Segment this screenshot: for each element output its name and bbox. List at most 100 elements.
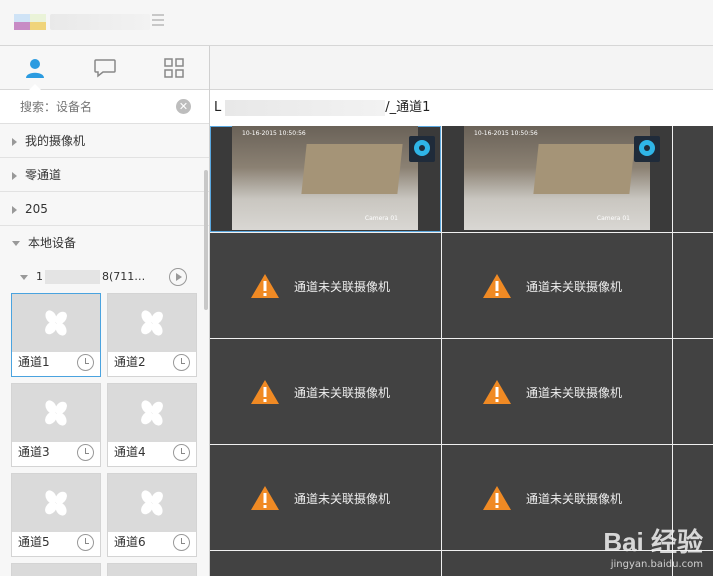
video-cell-5[interactable]: 通道未关联摄像机 <box>442 233 672 338</box>
feed-box <box>301 144 403 194</box>
warning-icon <box>483 380 511 404</box>
expand-arrow-icon <box>12 137 17 146</box>
expand-arrow-icon <box>12 171 17 180</box>
no-camera-text: 通道未关联摄像机 <box>526 280 623 294</box>
playback-clock-icon[interactable] <box>173 354 190 371</box>
channel-card-3[interactable]: 通道3 <box>11 383 101 467</box>
feed-timestamp: 10-16-2015 10:50:56 <box>242 130 306 137</box>
menu-icon[interactable] <box>152 14 164 26</box>
tab-devices[interactable] <box>0 46 70 90</box>
channel-card-6[interactable]: 通道6 <box>107 473 197 557</box>
feed-timestamp: 10-16-2015 10:50:56 <box>474 130 538 137</box>
title-bar <box>0 0 713 46</box>
watermark-url: jingyan.baidu.com <box>610 559 703 570</box>
device-name-suffix: 8(711… <box>102 270 146 283</box>
playback-clock-icon[interactable] <box>173 534 190 551</box>
tree-item-205[interactable]: 205 <box>0 192 209 226</box>
expand-arrow-icon <box>12 205 17 214</box>
no-camera-text: 通道未关联摄像机 <box>526 386 623 400</box>
video-cell-3[interactable] <box>673 126 713 232</box>
app-window: ✕ 我的摄像机 零通道 205 本地设备 18(711… 通道1 通道2 通 <box>0 0 713 576</box>
channel-label: 通道5 <box>18 535 50 549</box>
channel-thumbnail <box>108 294 196 352</box>
video-cell-2[interactable]: 10-16-2015 10:50:56 Camera 01 <box>442 126 672 232</box>
warning-icon <box>483 274 511 298</box>
channel-thumbnail <box>108 474 196 532</box>
video-cell-9[interactable] <box>673 339 713 444</box>
watermark: Bai 经验 jingyan.baidu.com <box>603 522 703 570</box>
fan-icon <box>141 400 163 426</box>
channel-card-2[interactable]: 通道2 <box>107 293 197 377</box>
tree-label: 本地设备 <box>28 236 77 250</box>
fan-icon <box>45 400 67 426</box>
feed-camera-label: Camera 01 <box>596 215 630 222</box>
video-cell-13[interactable] <box>210 551 441 576</box>
device-name-blurred <box>45 270 100 284</box>
tree-label: 205 <box>25 202 48 216</box>
app-title-blurred <box>50 14 150 30</box>
clear-search-icon[interactable]: ✕ <box>176 99 191 114</box>
playback-clock-icon[interactable] <box>77 534 94 551</box>
main-toolbar <box>210 46 713 90</box>
device-item[interactable]: 1 8(711… <box>0 260 209 294</box>
feed-camera-label: Camera 01 <box>364 215 398 222</box>
video-cell-4[interactable]: 通道未关联摄像机 <box>210 233 441 338</box>
video-cell-8[interactable]: 通道未关联摄像机 <box>442 339 672 444</box>
channel-label: 通道3 <box>18 445 50 459</box>
video-grid: 10-16-2015 10:50:56 Camera 01 10-16-2015… <box>210 126 713 576</box>
warning-icon <box>251 380 279 404</box>
playback-clock-icon[interactable] <box>77 354 94 371</box>
camera-icon[interactable] <box>409 136 435 162</box>
warning-icon <box>251 486 279 510</box>
sidebar-scrollbar[interactable] <box>204 170 208 310</box>
channel-thumbnail <box>12 294 100 352</box>
tree-item-zero-channel[interactable]: 零通道 <box>0 158 209 192</box>
playback-clock-icon[interactable] <box>173 444 190 461</box>
channel-label: 通道1 <box>18 355 50 369</box>
tree-label: 零通道 <box>25 168 62 182</box>
main-area: L /_通道1 10-16-2015 10:50:56 Camera 01 10-… <box>210 46 713 576</box>
channel-card-8[interactable] <box>107 563 197 576</box>
play-all-button[interactable] <box>169 268 187 286</box>
warning-icon <box>483 486 511 510</box>
fan-icon <box>141 490 163 516</box>
channel-label: 通道2 <box>114 355 146 369</box>
video-cell-7[interactable]: 通道未关联摄像机 <box>210 339 441 444</box>
no-camera-text: 通道未关联摄像机 <box>294 386 391 400</box>
sidebar: ✕ 我的摄像机 零通道 205 本地设备 18(711… 通道1 通道2 通 <box>0 46 210 576</box>
fan-icon <box>141 310 163 336</box>
collapse-arrow-icon <box>20 274 28 280</box>
no-camera-text: 通道未关联摄像机 <box>294 492 391 506</box>
tree-item-my-cameras[interactable]: 我的摄像机 <box>0 124 209 158</box>
channel-label: 通道6 <box>114 535 146 549</box>
path-suffix: /_通道1 <box>385 100 431 115</box>
watermark-brand: Bai 经验 <box>603 527 703 557</box>
camera-icon[interactable] <box>634 136 660 162</box>
channel-card-5[interactable]: 通道5 <box>11 473 101 557</box>
video-feed: 10-16-2015 10:50:56 Camera 01 <box>232 126 418 230</box>
channel-label: 通道4 <box>114 445 146 459</box>
channel-card-7[interactable] <box>11 563 101 576</box>
sidebar-tabs <box>0 46 209 90</box>
channel-card-1[interactable]: 通道1 <box>11 293 101 377</box>
video-cell-10[interactable]: 通道未关联摄像机 <box>210 445 441 550</box>
app-logo <box>14 14 46 30</box>
tree-item-local-devices[interactable]: 本地设备 <box>0 226 209 260</box>
fan-icon <box>45 310 67 336</box>
feed-box <box>533 144 635 194</box>
video-cell-1[interactable]: 10-16-2015 10:50:56 Camera 01 <box>210 126 441 232</box>
no-camera-text: 通道未关联摄像机 <box>526 492 623 506</box>
channel-path: L /_通道1 <box>210 90 713 126</box>
path-prefix: L <box>214 100 222 115</box>
collapse-arrow-icon <box>12 241 20 246</box>
channel-card-4[interactable]: 通道4 <box>107 383 197 467</box>
channel-thumbnail <box>12 474 100 532</box>
tab-messages[interactable] <box>70 46 140 89</box>
search-box: ✕ <box>0 90 209 124</box>
no-camera-text: 通道未关联摄像机 <box>294 280 391 294</box>
playback-clock-icon[interactable] <box>77 444 94 461</box>
search-input[interactable] <box>0 90 170 124</box>
chat-icon <box>93 58 116 78</box>
tab-layout[interactable] <box>139 46 209 89</box>
video-cell-6[interactable] <box>673 233 713 338</box>
